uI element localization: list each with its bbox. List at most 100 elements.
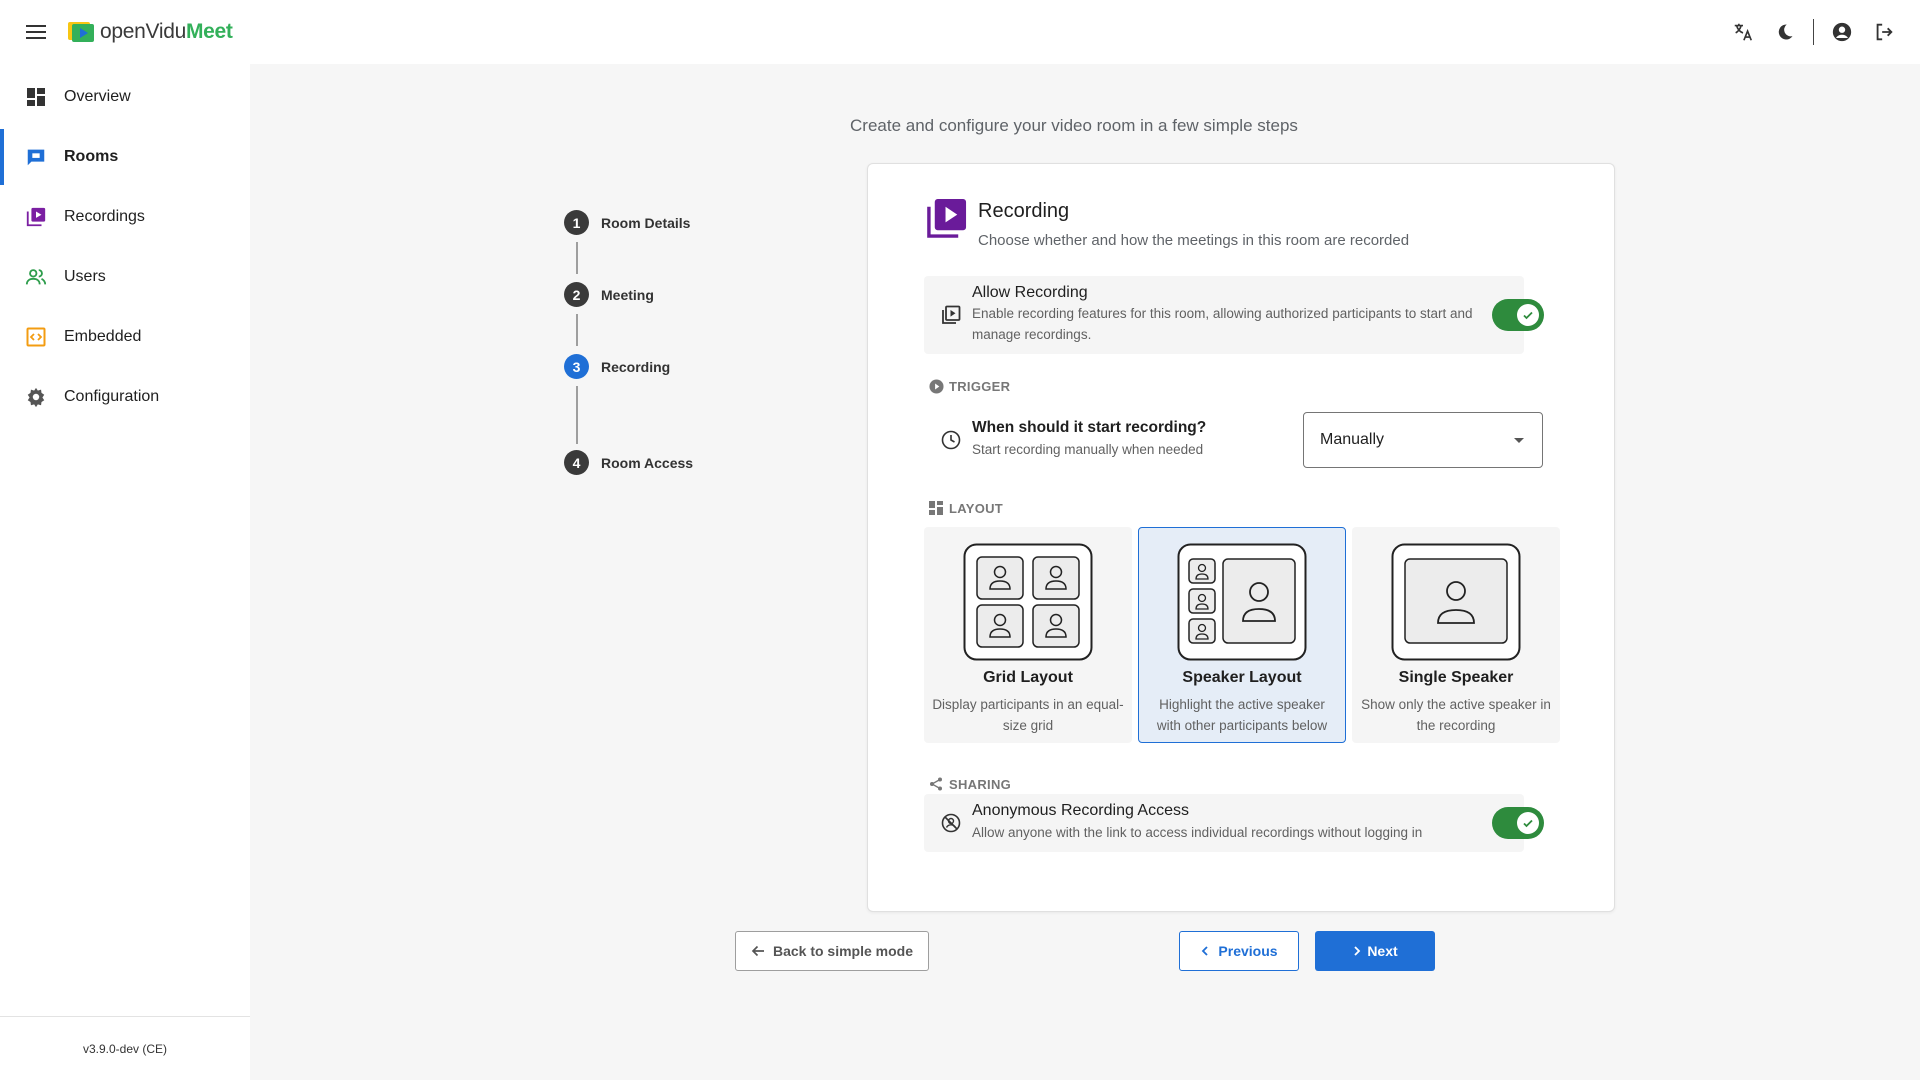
app-logo[interactable]: openVidu Meet [68, 20, 233, 44]
gear-icon [25, 386, 47, 408]
layout-option-description: Highlight the active speaker with other … [1156, 697, 1328, 733]
sidebar-item-overview[interactable]: Overview [0, 69, 250, 125]
sidebar-item-configuration[interactable]: Configuration [0, 369, 250, 425]
top-bar: openVidu Meet [0, 0, 1920, 64]
video-library-icon [927, 198, 967, 238]
speaker-layout-icon [1177, 543, 1307, 661]
chevron-down-icon [1514, 438, 1524, 443]
step-number: 1 [564, 210, 589, 235]
step-room-access[interactable]: 4 Room Access [564, 450, 693, 475]
sharing-section-label: SHARING [928, 776, 1011, 792]
menu-icon[interactable] [22, 18, 50, 46]
section-label-text: LAYOUT [949, 500, 1004, 516]
arrow-left-icon [751, 944, 765, 958]
grid-layout-icon [963, 543, 1093, 661]
step-recording[interactable]: 3 Recording [564, 354, 670, 379]
play-circle-icon [928, 378, 944, 394]
code-icon [25, 326, 47, 348]
step-number: 2 [564, 282, 589, 307]
check-icon [1517, 812, 1539, 834]
sidebar-item-label: Rooms [64, 148, 119, 165]
recording-config-card: Recording Choose whether and how the mee… [867, 163, 1615, 912]
next-button[interactable]: Next [1315, 931, 1435, 971]
top-actions [1729, 0, 1898, 64]
button-label: Back to simple mode [772, 943, 914, 959]
sidebar-item-label: Users [64, 268, 106, 285]
sidebar-item-recordings[interactable]: Recordings [0, 189, 250, 245]
single-speaker-icon [1391, 543, 1521, 661]
anonymous-access-toggle[interactable] [1492, 807, 1544, 839]
dashboard-icon [25, 86, 47, 108]
button-label: Previous [1218, 943, 1278, 959]
chevron-right-icon [1352, 946, 1362, 956]
layout-option-title: Single Speaker [1398, 669, 1514, 686]
clock-icon [940, 429, 962, 451]
step-label: Meeting [601, 286, 654, 303]
logo-mark-icon [68, 22, 94, 42]
video-library-icon [940, 304, 962, 326]
layout-option-description: Show only the active speaker in the reco… [1361, 697, 1551, 733]
step-label: Recording [601, 358, 671, 375]
layout-option-speaker[interactable]: Speaker Layout Highlight the active spea… [1138, 527, 1346, 743]
check-icon [1517, 304, 1539, 326]
layout-option-single-speaker[interactable]: Single Speaker Show only the active spea… [1352, 527, 1560, 743]
trigger-section-label: TRIGGER [928, 378, 1010, 394]
translate-icon[interactable] [1729, 18, 1757, 46]
sidebar-item-users[interactable]: Users [0, 249, 250, 305]
card-title: Recording [978, 200, 1070, 222]
layout-option-description: Display participants in an equal-size gr… [932, 697, 1124, 733]
anonymous-access-title: Anonymous Recording Access [972, 802, 1189, 819]
step-number: 3 [564, 354, 589, 379]
step-meeting[interactable]: 2 Meeting [564, 282, 654, 307]
sidebar-item-label: Embedded [64, 328, 142, 345]
sidebar-item-embedded[interactable]: Embedded [0, 309, 250, 365]
allow-recording-description: Enable recording features for this room,… [972, 306, 1473, 342]
step-label: Room Details [601, 214, 691, 231]
back-to-simple-mode-button[interactable]: Back to simple mode [735, 931, 929, 971]
sidebar-item-label: Configuration [64, 388, 160, 405]
recording-trigger-select[interactable]: Manually [1303, 412, 1543, 468]
sidebar: Overview Rooms Recordings Users Embedded… [0, 64, 250, 1080]
dark-mode-icon[interactable] [1771, 18, 1799, 46]
chat-icon [25, 146, 47, 168]
sidebar-item-rooms[interactable]: Rooms [0, 129, 250, 185]
card-description: Choose whether and how the meetings in t… [978, 232, 1410, 249]
users-icon [25, 266, 47, 288]
layout-option-grid[interactable]: Grid Layout Display participants in an e… [924, 527, 1132, 743]
step-number: 4 [564, 450, 589, 475]
account-icon[interactable] [1828, 18, 1856, 46]
card-header: Recording Choose whether and how the mee… [925, 197, 1409, 249]
step-room-details[interactable]: 1 Room Details [564, 210, 690, 235]
layout-option-title: Speaker Layout [1182, 669, 1302, 686]
sidebar-item-label: Recordings [64, 208, 145, 225]
layout-option-title: Grid Layout [983, 669, 1073, 686]
anonymous-access-description: Allow anyone with the link to access ind… [972, 825, 1423, 840]
version-label: v3.9.0-dev (CE) [0, 1016, 250, 1080]
share-icon [928, 776, 944, 792]
section-label-text: TRIGGER [949, 378, 1011, 394]
allow-recording-toggle[interactable] [1492, 299, 1544, 331]
stepper-connector [576, 314, 578, 346]
section-label-text: SHARING [949, 776, 1012, 792]
button-label: Next [1367, 943, 1398, 959]
allow-recording-title: Allow Recording [972, 284, 1088, 301]
trigger-question: When should it start recording? [972, 419, 1207, 436]
step-label: Room Access [601, 454, 694, 471]
stepper-connector [576, 242, 578, 274]
toolbar-divider [1813, 19, 1814, 45]
logo-text-open-vidu: openVidu [100, 20, 186, 43]
no-account-icon [940, 812, 962, 834]
page-subtitle: Create and configure your video room in … [850, 116, 1298, 135]
video-library-icon [25, 206, 47, 228]
allow-recording-row: Allow Recording Enable recording feature… [924, 276, 1544, 354]
dashboard-icon [928, 500, 944, 516]
logo-text-meet: Meet [185, 20, 233, 43]
stepper-connector [576, 386, 578, 444]
layout-section-label: LAYOUT [928, 500, 1003, 516]
trigger-hint: Start recording manually when needed [972, 442, 1204, 457]
chevron-left-icon [1200, 946, 1210, 956]
select-value: Manually [1320, 431, 1385, 448]
previous-button[interactable]: Previous [1179, 931, 1299, 971]
logout-icon[interactable] [1870, 18, 1898, 46]
anonymous-access-row: Anonymous Recording Access Allow anyone … [924, 794, 1544, 852]
